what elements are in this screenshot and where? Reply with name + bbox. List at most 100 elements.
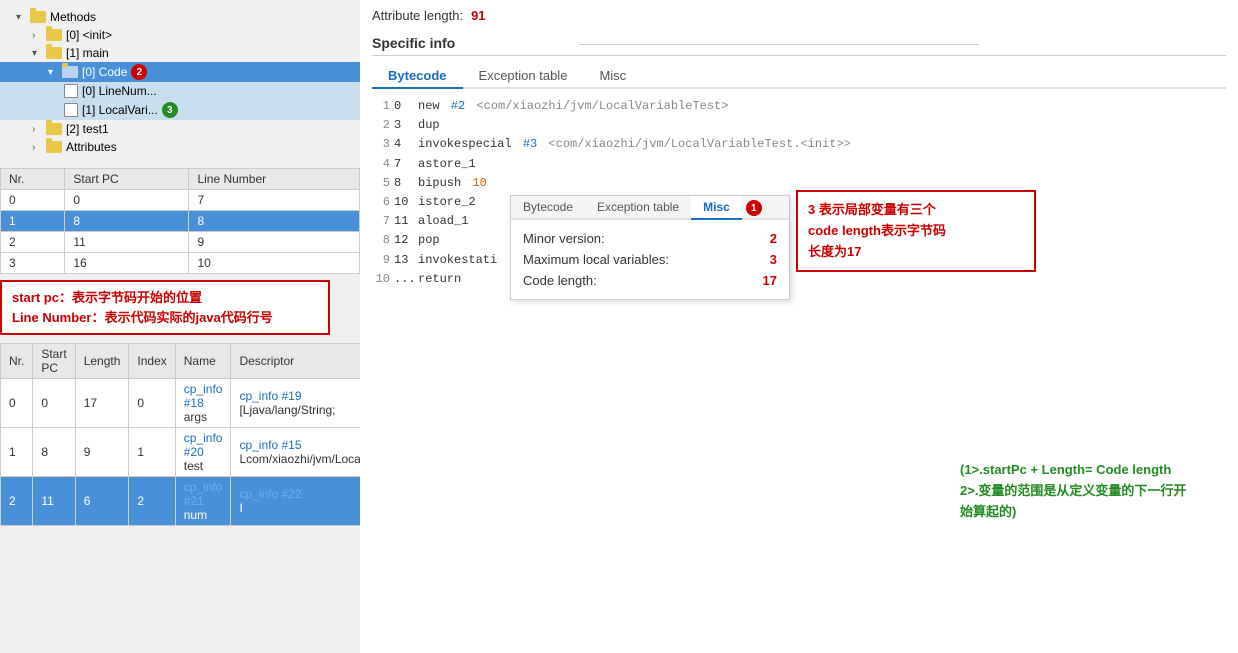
bc-line-1: 1 0 new #2 <com/xiaozhi/jvm/LocalVariabl… — [372, 97, 1226, 116]
cell-startpc: 0 — [65, 190, 189, 211]
cell-startpc: 8 — [65, 211, 189, 232]
main-container: ▾ Methods › [0] <init> ▾ [1] main ▾ [0] … — [0, 0, 1238, 653]
line-number-table-section: Nr. Start PC Line Number 0 0 7 1 8 8 — [0, 168, 360, 274]
cell-nr: 1 — [1, 211, 65, 232]
cell-startpc: 16 — [65, 253, 189, 274]
tree-item-methods[interactable]: ▾ Methods — [0, 8, 360, 26]
cell-startpc: 11 — [33, 477, 75, 526]
tree-item-localvar[interactable]: [1] LocalVari... 3 — [0, 100, 360, 120]
annotation-local-vars: 3 表示局部变量有三个 code length表示字节码 长度为17 — [796, 190, 1036, 272]
table-row[interactable]: 0 0 7 — [1, 190, 360, 211]
cell-nr: 3 — [1, 253, 65, 274]
specific-info-label: Specific info — [372, 35, 1226, 56]
tree-label-localvar: [1] LocalVari... — [82, 103, 158, 117]
tree-label-code: [0] Code — [82, 65, 127, 79]
table-row[interactable]: 2 11 9 — [1, 232, 360, 253]
attr-length-row: Attribute length: 91 — [372, 8, 1226, 23]
bc-line-10: 10 ... return — [372, 270, 1226, 289]
col-index-lv: Index — [129, 344, 175, 379]
table-row[interactable]: 3 16 10 — [1, 253, 360, 274]
misc-tab-misc[interactable]: Misc — [691, 196, 742, 220]
tree-item-main[interactable]: ▾ [1] main — [0, 44, 360, 62]
folder-icon-attributes — [46, 141, 62, 153]
col-name-lv: Name — [175, 344, 231, 379]
cell-nr: 1 — [1, 428, 33, 477]
tree-item-attributes[interactable]: › Attributes — [0, 138, 360, 156]
annotation-linenum-text: Line Number：表示代码实际的java代码行号 — [12, 308, 318, 328]
local-var-table: Nr. Start PC Length Index Name Descripto… — [0, 343, 386, 526]
cell-nr: 0 — [1, 379, 33, 428]
misc-tabs-bar: Bytecode Exception table Misc 1 — [511, 196, 789, 220]
folder-icon-code — [62, 66, 78, 78]
folder-icon — [30, 11, 46, 23]
tree-item-code[interactable]: ▾ [0] Code 2 — [0, 62, 360, 82]
misc-float-panel: Bytecode Exception table Misc 1 Minor ve… — [510, 195, 790, 300]
misc-tab-bytecode[interactable]: Bytecode — [511, 196, 585, 220]
bc-line-2: 2 3 dup — [372, 116, 1226, 135]
cell-linenum: 10 — [189, 253, 360, 274]
cell-startpc: 0 — [33, 379, 75, 428]
col-line-number: Line Number — [189, 169, 360, 190]
cell-index: 2 — [129, 477, 175, 526]
cell-index: 0 — [129, 379, 175, 428]
annotation-code-length: code length表示字节码 — [808, 221, 1024, 242]
table-row[interactable]: 1 8 9 1 cp_info #20 test cp_info #15 Lco… — [1, 428, 386, 477]
misc-row-codelen: Code length: 17 — [523, 270, 777, 291]
tree-label-methods: Methods — [50, 10, 96, 24]
tab-exception-table[interactable]: Exception table — [463, 64, 584, 89]
tree-item-test1[interactable]: › [2] test1 — [0, 120, 360, 138]
cell-startpc: 11 — [65, 232, 189, 253]
tab-misc[interactable]: Misc — [583, 64, 642, 89]
expand-arrow-main: ▾ — [32, 48, 44, 59]
tree-item-linenum[interactable]: [0] LineNum... — [0, 82, 360, 100]
cell-linenum: 8 — [189, 211, 360, 232]
folder-icon-test1 — [46, 123, 62, 135]
misc-row-minor: Minor version: 2 — [523, 228, 777, 249]
collapse-arrow-init: › — [32, 30, 44, 41]
expand-arrow: ▾ — [16, 12, 28, 23]
misc-badge-1: 1 — [746, 200, 762, 216]
badge-3: 3 — [162, 102, 178, 118]
cell-length: 6 — [75, 477, 129, 526]
expand-arrow-code: ▾ — [48, 67, 60, 78]
cell-name: cp_info #18 args — [175, 379, 231, 428]
tree-label-linenum: [0] LineNum... — [82, 84, 157, 98]
misc-row-maxlocal: Maximum local variables: 3 — [523, 249, 777, 270]
tree-item-init[interactable]: › [0] <init> — [0, 26, 360, 44]
tab-bytecode[interactable]: Bytecode — [372, 64, 463, 89]
collapse-arrow-attributes: › — [32, 142, 44, 153]
collapse-arrow-test1: › — [32, 124, 44, 135]
local-var-table-section: Nr. Start PC Length Index Name Descripto… — [0, 343, 360, 526]
cell-index: 1 — [129, 428, 175, 477]
misc-label-minor: Minor version: — [523, 231, 605, 246]
misc-tab-exception[interactable]: Exception table — [585, 196, 691, 220]
col-startpc-lv: Start PC — [33, 344, 75, 379]
misc-value-maxlocal: 3 — [770, 252, 777, 267]
misc-value-minor: 2 — [770, 231, 777, 246]
table-row[interactable]: 2 11 6 2 cp_info #21 num cp_info #22 I — [1, 477, 386, 526]
folder-icon-init — [46, 29, 62, 41]
cell-nr: 0 — [1, 190, 65, 211]
green-annotation: (1>.startPc + Length= Code length 2>.变量的… — [960, 460, 1186, 522]
col-length-lv: Length — [75, 344, 129, 379]
line-number-table: Nr. Start PC Line Number 0 0 7 1 8 8 — [0, 168, 360, 274]
tree-label-attributes: Attributes — [66, 140, 117, 154]
table-row[interactable]: 0 0 17 0 cp_info #18 args cp_info #19 [L… — [1, 379, 386, 428]
cell-name: cp_info #20 test — [175, 428, 231, 477]
tree-label-test1: [2] test1 — [66, 122, 109, 136]
left-panel: ▾ Methods › [0] <init> ▾ [1] main ▾ [0] … — [0, 0, 360, 653]
annotation-startpc: start pc：表示字节码开始的位置 Line Number：表示代码实际的j… — [0, 280, 330, 335]
attr-length-value: 91 — [471, 8, 485, 23]
cell-nr: 2 — [1, 232, 65, 253]
table-row[interactable]: 1 8 8 — [1, 211, 360, 232]
file-icon-linenum — [64, 84, 78, 98]
attr-length-label: Attribute length: — [372, 8, 463, 23]
tree-area: ▾ Methods › [0] <init> ▾ [1] main ▾ [0] … — [0, 4, 360, 160]
misc-content: Minor version: 2 Maximum local variables… — [511, 220, 789, 299]
cell-startpc: 8 — [33, 428, 75, 477]
cell-length: 9 — [75, 428, 129, 477]
col-nr: Nr. — [1, 169, 65, 190]
tree-label-main: [1] main — [66, 46, 109, 60]
badge-2: 2 — [131, 64, 147, 80]
folder-icon-main — [46, 47, 62, 59]
